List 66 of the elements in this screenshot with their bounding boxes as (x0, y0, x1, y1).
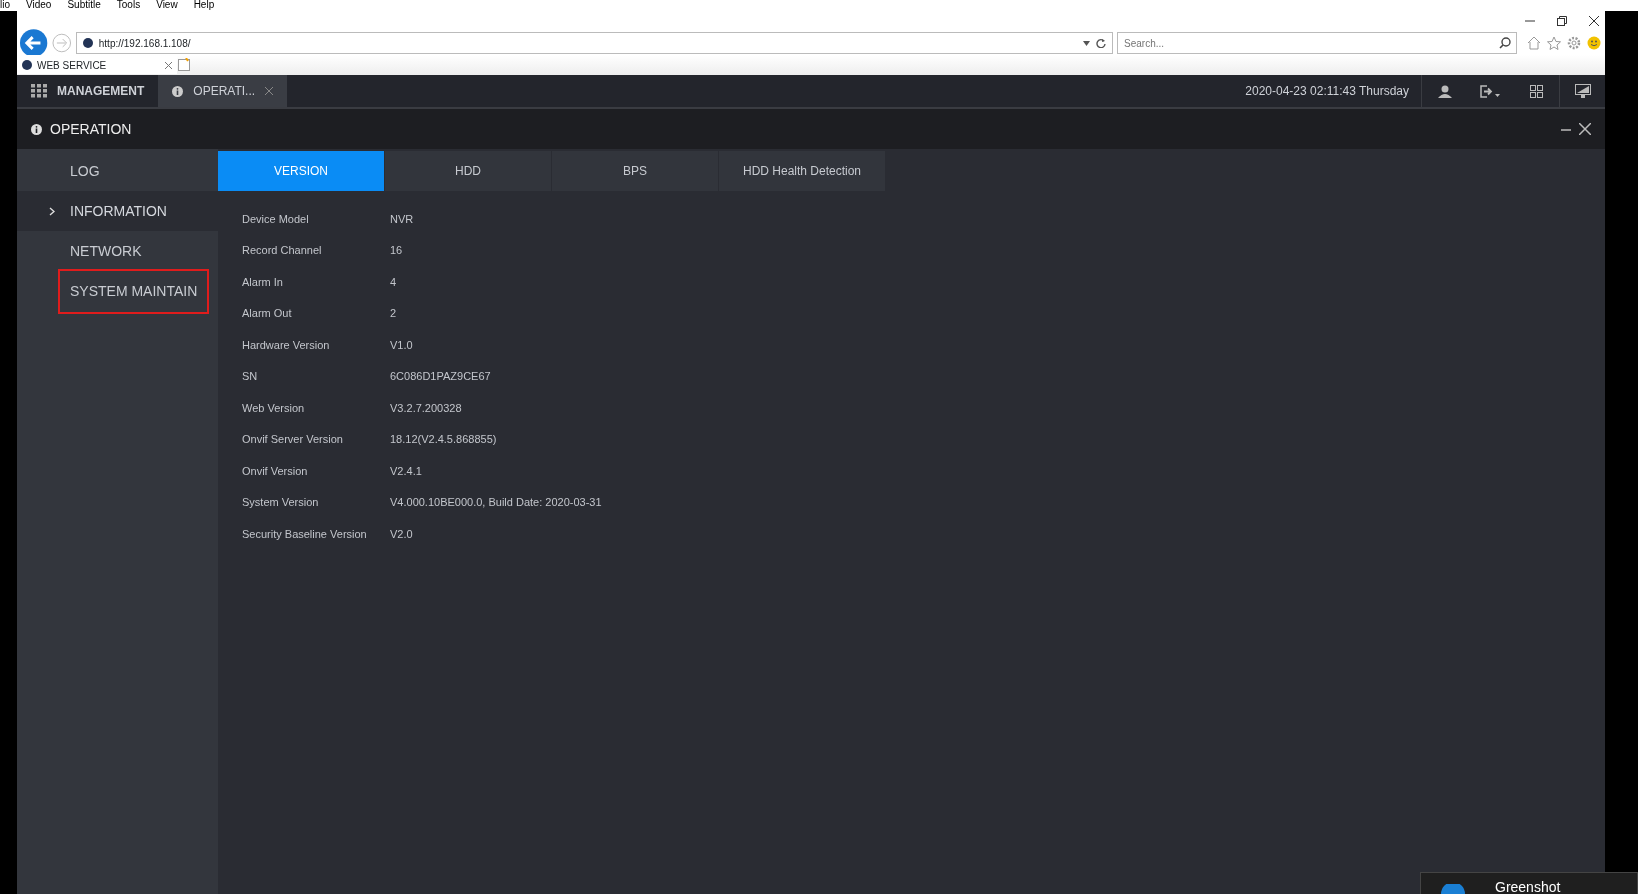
close-icon[interactable] (1589, 16, 1599, 26)
sidebar-item[interactable]: SYSTEM MAINTAIN (17, 271, 218, 311)
menu-item[interactable]: Video (26, 0, 52, 11)
browser-tab[interactable]: WEB SERVICE (17, 56, 177, 74)
app-tab[interactable]: OPERATI... (158, 75, 288, 107)
tab-title: WEB SERVICE (37, 58, 108, 73)
tab[interactable]: HDD (385, 151, 551, 191)
url-text: http://192.168.1.108/ (98, 36, 192, 51)
field-value: V2.0 (390, 526, 413, 542)
field-value: NVR (390, 211, 414, 227)
field-value: 16 (390, 243, 403, 258)
field-label: Web Version (242, 400, 306, 416)
field-label: Alarm In (242, 274, 284, 290)
search-icon[interactable] (1499, 37, 1511, 49)
chevron-icon (49, 206, 55, 216)
field-value: 6C086D1PAZ9CE67 (390, 369, 491, 384)
menu-item[interactable]: Help (193, 0, 215, 11)
field-label: Onvif Version (242, 463, 309, 479)
info-icon (31, 123, 42, 135)
field-value: V4.000.10BE000.0, Build Date: 2020-03-31 (390, 495, 602, 510)
sidebar-item[interactable]: INFORMATION (17, 191, 218, 231)
home-icon[interactable] (1527, 36, 1541, 50)
app-icon (1441, 884, 1465, 894)
panel-title: OPERATION (50, 119, 133, 139)
dropdown-icon[interactable] (1083, 40, 1090, 46)
menu-item[interactable]: Tools (116, 0, 141, 11)
field-value: V2.4.1 (390, 463, 422, 479)
star-icon[interactable] (1547, 36, 1561, 50)
search-field[interactable]: Search... (1117, 32, 1517, 54)
smiley-icon[interactable] (1587, 36, 1601, 50)
datetime: 2020-04-23 02:11:43 Thursday (1245, 83, 1410, 100)
qr-code-icon[interactable] (1529, 84, 1543, 98)
logout-icon[interactable] (1480, 84, 1500, 98)
app-tab[interactable]: MANAGEMENT (17, 75, 159, 107)
sidebar-item[interactable]: LOG (17, 151, 218, 191)
address-bar[interactable]: http://192.168.1.108/ (75, 32, 1113, 54)
tab[interactable]: HDD Health Detection (719, 151, 885, 191)
field-label: Device Model (242, 211, 310, 227)
field-label: Hardware Version (242, 337, 331, 353)
field-value: V3.2.7.200328 (390, 400, 462, 416)
tab[interactable]: BPS (552, 151, 718, 191)
sidebar-item[interactable]: NETWORK (17, 231, 218, 271)
field-value: 2 (390, 306, 397, 321)
user-icon[interactable] (1437, 84, 1452, 98)
field-label: Onvif Server Version (242, 432, 344, 447)
back-icon[interactable] (19, 28, 49, 58)
field-label: Alarm Out (242, 306, 293, 321)
menu-item[interactable]: View (156, 0, 178, 11)
close-icon[interactable] (1579, 123, 1591, 135)
new-tab-icon[interactable] (177, 58, 191, 72)
field-value: V1.0 (390, 337, 413, 353)
monitor-icon[interactable] (1574, 83, 1591, 99)
refresh-icon[interactable] (1096, 38, 1106, 48)
field-value: 18.12(V2.4.5.868855) (390, 432, 497, 447)
field-label: SN (242, 369, 259, 384)
menu-item[interactable]: lio (0, 0, 10, 11)
field-label: System Version (242, 495, 320, 510)
field-label: Record Channel (242, 243, 323, 258)
grid-icon (31, 84, 47, 98)
settings-icon[interactable] (1567, 36, 1581, 50)
restore-icon[interactable] (1557, 16, 1567, 26)
info-icon (172, 85, 184, 97)
notification-title: Greenshot (1495, 880, 1561, 894)
menu-item[interactable]: Subtitle (67, 0, 101, 11)
field-label: Security Baseline Version (242, 526, 368, 542)
field-value: 4 (390, 274, 397, 290)
